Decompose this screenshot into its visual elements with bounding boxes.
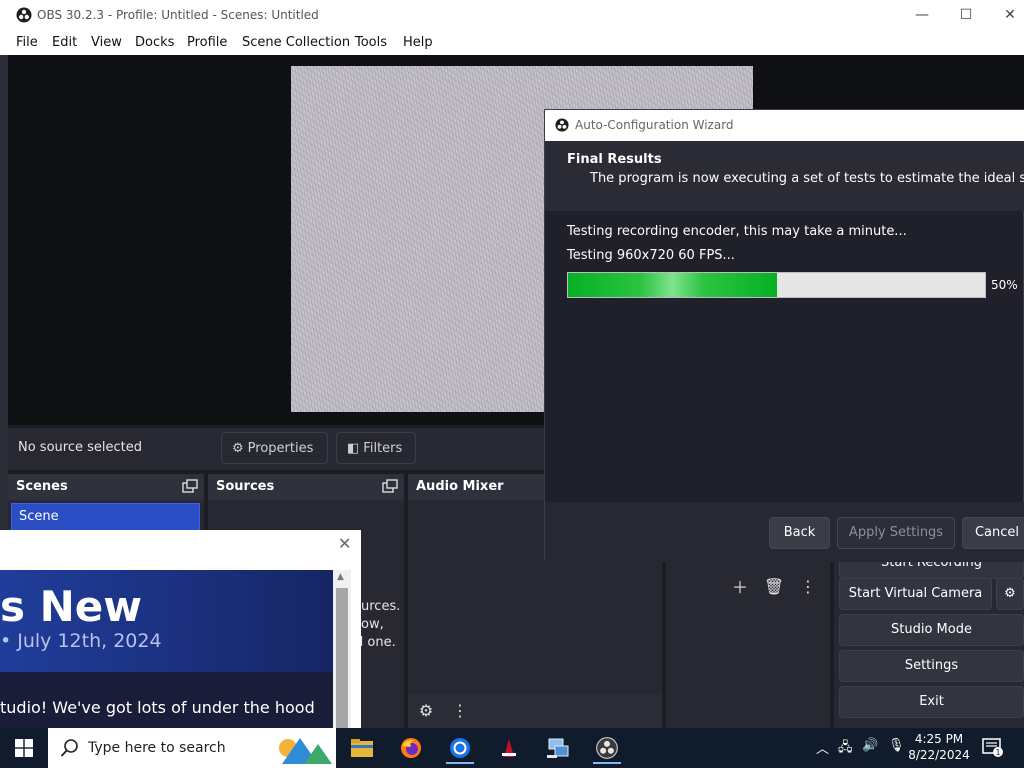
apply-settings-button[interactable]: Apply Settings bbox=[837, 517, 955, 549]
notification-count: 1 bbox=[995, 748, 1000, 757]
menu-view[interactable]: View bbox=[91, 35, 122, 50]
whats-new-body-text: tudio! We've got lots of under the hood bbox=[0, 698, 315, 717]
exit-button[interactable]: Exit bbox=[839, 686, 1024, 718]
network-icon[interactable]: 🖧 bbox=[838, 738, 853, 760]
left-edge bbox=[0, 55, 8, 535]
active-indicator bbox=[593, 762, 621, 764]
progress-bar-fill bbox=[568, 273, 777, 297]
taskbar-chrome[interactable] bbox=[440, 732, 480, 764]
taskbar-firefox[interactable] bbox=[391, 732, 431, 764]
obs-logo-icon bbox=[16, 7, 32, 23]
add-transition-icon[interactable]: ＋ bbox=[726, 572, 754, 600]
start-virtual-camera-button[interactable]: Start Virtual Camera bbox=[839, 578, 992, 610]
network-monitor-icon bbox=[547, 738, 569, 758]
window-title: OBS 30.2.3 - Profile: Untitled - Scenes:… bbox=[37, 8, 319, 22]
notification-center-icon[interactable]: 1 bbox=[982, 738, 1004, 758]
clock-time: 4:25 PM bbox=[914, 732, 964, 746]
taskbar-search-box[interactable]: Type here to search bbox=[48, 728, 336, 768]
menu-tools[interactable]: Tools bbox=[355, 35, 387, 50]
undock-icon[interactable] bbox=[182, 479, 198, 493]
wizard-title: Auto-Configuration Wizard bbox=[575, 118, 734, 132]
trash-icon[interactable]: 🗑 bbox=[760, 572, 788, 600]
minimize-button[interactable]: — bbox=[900, 0, 944, 31]
menu-docks[interactable]: Docks bbox=[135, 35, 174, 50]
sources-dock-header: Sources bbox=[208, 474, 404, 500]
obs-main-window: OBS 30.2.3 - Profile: Untitled - Scenes:… bbox=[0, 0, 1024, 768]
properties-button[interactable]: ⚙ Properties bbox=[221, 432, 328, 464]
wizard-status-line-1: Testing recording encoder, this may take… bbox=[567, 224, 907, 239]
whats-new-heading: s New bbox=[0, 582, 143, 631]
progress-bar bbox=[567, 272, 986, 298]
search-highlight-illustration-icon bbox=[279, 738, 332, 764]
start-button[interactable] bbox=[0, 728, 48, 768]
chrome-icon bbox=[450, 738, 470, 758]
cancel-button[interactable]: Cancel bbox=[962, 517, 1024, 549]
windows-taskbar: Type here to search ︿ 🖧 🔊 🎙 4:25 PM 8/22… bbox=[0, 728, 1024, 768]
progress-percent-label: 50% bbox=[991, 278, 1018, 292]
firefox-icon bbox=[401, 738, 421, 758]
filters-button[interactable]: ◧ Filters bbox=[336, 432, 416, 464]
studio-mode-button[interactable]: Studio Mode bbox=[839, 614, 1024, 646]
filezilla-icon bbox=[502, 739, 516, 757]
taskbar-network-tool[interactable] bbox=[538, 732, 578, 764]
menu-profile[interactable]: Profile bbox=[187, 35, 227, 50]
wizard-header-title: Final Results bbox=[567, 152, 662, 167]
scenes-dock-title: Scenes bbox=[16, 479, 68, 494]
whats-new-close-button[interactable]: ✕ bbox=[338, 534, 351, 553]
menu-scene-collection[interactable]: Scene Collection bbox=[242, 35, 350, 50]
volume-icon[interactable]: 🔊 bbox=[862, 738, 878, 753]
menu-bar: File Edit View Docks Profile Scene Colle… bbox=[0, 31, 1024, 55]
audio-mixer-title: Audio Mixer bbox=[416, 479, 504, 494]
scroll-up-icon[interactable]: ▲ bbox=[337, 572, 344, 582]
audio-mixer-menu-icon[interactable]: ⋮ bbox=[446, 696, 474, 724]
taskbar-clock[interactable]: 4:25 PM 8/22/2024 bbox=[906, 731, 972, 763]
chevron-up-icon[interactable]: ︿ bbox=[816, 738, 829, 757]
active-indicator bbox=[446, 762, 474, 764]
back-button[interactable]: Back bbox=[769, 517, 830, 549]
microphone-icon[interactable]: 🎙 bbox=[888, 738, 905, 753]
properties-label: Properties bbox=[247, 440, 314, 456]
scene-transitions-dock: ＋ 🗑 ⋮ bbox=[666, 560, 830, 728]
undock-icon[interactable] bbox=[382, 479, 398, 493]
settings-button[interactable]: Settings bbox=[839, 650, 1024, 682]
sources-hint-line-3: d one. bbox=[355, 635, 396, 650]
wizard-header: Final Results The program is now executi… bbox=[545, 141, 1024, 211]
sources-dock-title: Sources bbox=[216, 479, 275, 494]
wizard-titlebar: Auto-Configuration Wizard bbox=[545, 110, 1024, 141]
no-source-label: No source selected bbox=[18, 440, 142, 455]
auto-config-wizard: Auto-Configuration Wizard Final Results … bbox=[544, 109, 1024, 562]
clock-date: 8/22/2024 bbox=[908, 748, 970, 762]
gear-icon: ⚙ bbox=[232, 440, 244, 456]
search-icon bbox=[60, 739, 78, 757]
taskbar-obs-studio[interactable] bbox=[587, 732, 627, 764]
window-titlebar: OBS 30.2.3 - Profile: Untitled - Scenes:… bbox=[0, 0, 1024, 31]
menu-edit[interactable]: Edit bbox=[52, 35, 77, 50]
obs-logo-icon bbox=[555, 118, 569, 132]
wizard-status-line-2: Testing 960x720 60 FPS... bbox=[567, 248, 735, 263]
maximize-button[interactable]: ☐ bbox=[944, 0, 988, 31]
folder-icon bbox=[351, 739, 373, 757]
virtual-camera-settings-icon[interactable]: ⚙ bbox=[996, 578, 1024, 610]
taskbar-filezilla[interactable] bbox=[489, 732, 529, 764]
taskbar-file-explorer[interactable] bbox=[342, 732, 382, 764]
windows-logo-icon bbox=[15, 739, 33, 757]
scene-list-item[interactable]: Scene bbox=[11, 503, 200, 531]
obs-logo-icon bbox=[596, 737, 618, 759]
close-window-button[interactable]: ✕ bbox=[988, 0, 1024, 31]
advanced-audio-properties-icon[interactable]: ⚙ bbox=[412, 696, 440, 724]
whats-new-date: • July 12th, 2024 bbox=[0, 630, 162, 652]
wizard-header-subtitle: The program is now executing a set of te… bbox=[590, 171, 1024, 186]
transition-menu-icon[interactable]: ⋮ bbox=[794, 572, 822, 600]
search-placeholder: Type here to search bbox=[88, 740, 226, 756]
filter-icon: ◧ bbox=[347, 440, 360, 456]
menu-help[interactable]: Help bbox=[403, 35, 433, 50]
filters-label: Filters bbox=[363, 440, 403, 456]
sources-hint-line-1: urces. bbox=[361, 599, 401, 614]
menu-file[interactable]: File bbox=[16, 35, 38, 50]
sources-hint-line-2: ow, bbox=[361, 617, 384, 632]
scenes-dock-header: Scenes bbox=[8, 474, 204, 500]
